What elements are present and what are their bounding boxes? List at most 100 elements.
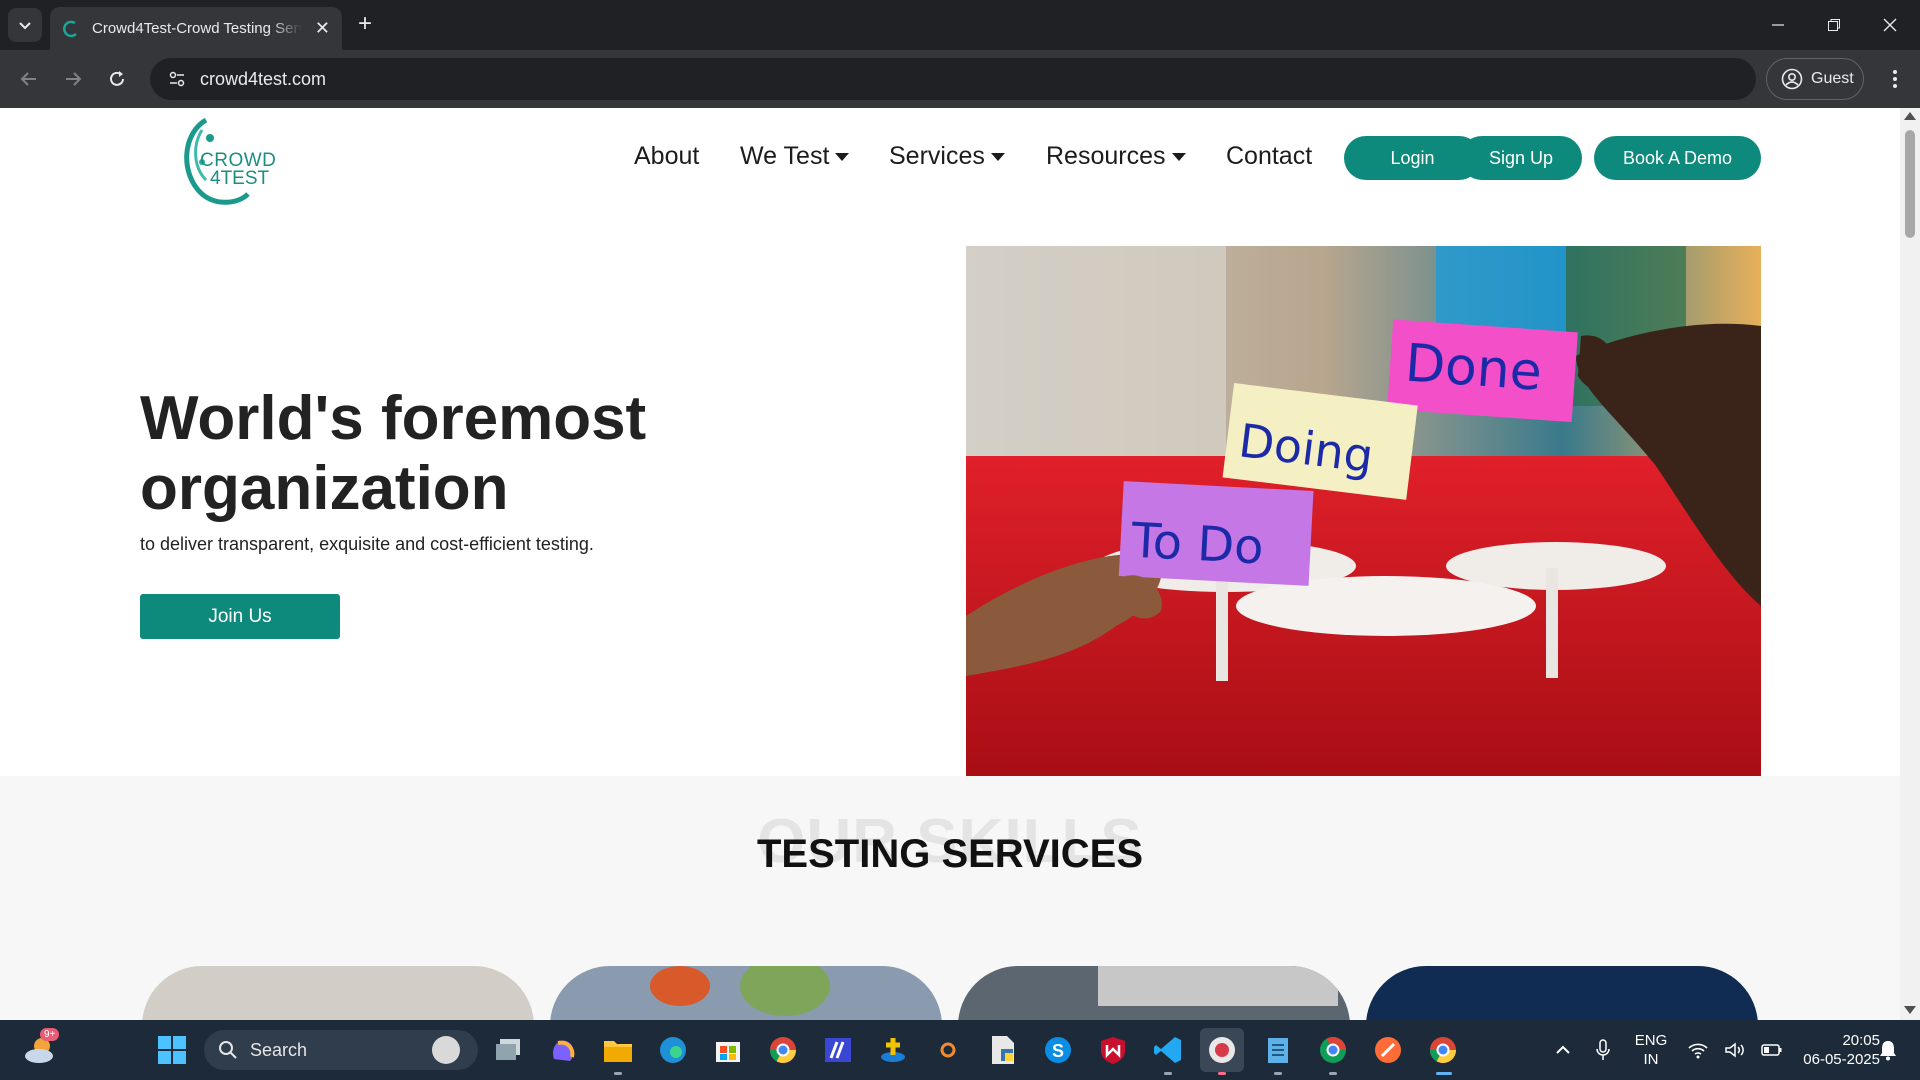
reload-button[interactable]: [102, 64, 132, 94]
windows-logo-icon: [158, 1036, 186, 1064]
svg-text:S: S: [1052, 1041, 1064, 1061]
recorder-app[interactable]: [1200, 1028, 1244, 1072]
nav-contact[interactable]: Contact: [1226, 142, 1312, 171]
search-icon: [219, 1041, 237, 1059]
game-app[interactable]: [875, 1032, 911, 1068]
more-vertical-icon: [1893, 70, 1897, 88]
notepad-app[interactable]: [1260, 1032, 1296, 1068]
vs-app[interactable]: [820, 1032, 856, 1068]
volume-icon: [1725, 1042, 1744, 1058]
running-indicator: [1164, 1072, 1172, 1075]
microphone-icon: [1596, 1039, 1610, 1060]
nav-services-label: Services: [889, 142, 985, 170]
show-hidden-icons[interactable]: [1545, 1032, 1581, 1068]
new-tab-button[interactable]: +: [352, 12, 378, 38]
vscode-app[interactable]: [1150, 1032, 1186, 1068]
scroll-up-icon[interactable]: [1904, 112, 1916, 120]
nav-we-test[interactable]: We Test: [740, 142, 850, 171]
url-text: crowd4test.com: [200, 68, 327, 89]
running-indicator: [1274, 1072, 1282, 1075]
postman-app[interactable]: [1370, 1032, 1406, 1068]
folder-icon: [604, 1041, 632, 1062]
nav-services[interactable]: Services: [889, 142, 1005, 171]
file-explorer-app[interactable]: [600, 1032, 636, 1068]
crowd4test-favicon-icon: [63, 20, 77, 37]
profile-icon: [1781, 68, 1803, 90]
service-card[interactable]: [1366, 966, 1758, 1020]
chrome-icon: [1429, 1037, 1457, 1064]
search-app[interactable]: [930, 1032, 966, 1068]
service-card[interactable]: [550, 966, 942, 1020]
wifi-icon: [1688, 1043, 1708, 1059]
minimize-icon: [1772, 24, 1784, 26]
running-indicator: [1218, 1072, 1226, 1075]
start-button[interactable]: [154, 1032, 190, 1068]
python-file-app[interactable]: [985, 1032, 1021, 1068]
quick-settings[interactable]: [1680, 1032, 1790, 1068]
site-info-icon[interactable]: [164, 66, 190, 92]
card-image-shape: [1098, 966, 1338, 1006]
chrome-dev-icon: [1320, 1036, 1347, 1063]
mcafee-app[interactable]: [1095, 1032, 1131, 1068]
game-icon: [881, 1038, 905, 1062]
scrollbar-thumb[interactable]: [1905, 130, 1915, 238]
weather-widget[interactable]: 9+: [22, 1028, 60, 1068]
microphone-button[interactable]: [1585, 1032, 1621, 1068]
minimize-button[interactable]: [1750, 0, 1806, 50]
caret-down-icon: [990, 152, 1005, 161]
signup-button[interactable]: Sign Up: [1460, 136, 1582, 180]
chrome-icon: [769, 1037, 797, 1064]
browser-menu-button[interactable]: [1880, 64, 1910, 94]
clock[interactable]: 20:05 06-05-2025: [1780, 1031, 1880, 1069]
recorder-icon: [1209, 1037, 1235, 1063]
language-indicator[interactable]: ENG IN: [1626, 1031, 1676, 1069]
service-card[interactable]: [142, 966, 534, 1020]
service-card[interactable]: [958, 966, 1350, 1020]
search-highlight-icon: [432, 1036, 460, 1064]
tab-search-button[interactable]: [8, 8, 42, 42]
nav-resources[interactable]: Resources: [1046, 142, 1186, 171]
skills-heading: TESTING SERVICES: [756, 832, 1143, 876]
skype-icon: S: [1045, 1037, 1071, 1063]
address-bar[interactable]: crowd4test.com: [150, 58, 1756, 100]
restore-button[interactable]: [1806, 0, 1862, 50]
postman-icon: [1375, 1037, 1401, 1063]
tab-title: Crowd4Test-Crowd Testing Services: [92, 20, 302, 37]
edge-app[interactable]: [655, 1032, 691, 1068]
page-scrollbar[interactable]: [1900, 108, 1920, 1020]
task-view-app[interactable]: [490, 1032, 526, 1068]
scroll-down-icon[interactable]: [1904, 1006, 1916, 1014]
copilot-app[interactable]: [545, 1032, 581, 1068]
book-demo-button[interactable]: Book A Demo: [1594, 136, 1761, 180]
chrome-app[interactable]: [765, 1032, 801, 1068]
nav-about[interactable]: About: [634, 142, 699, 171]
join-us-button[interactable]: Join Us: [140, 594, 340, 639]
clock-time: 20:05: [1842, 1032, 1880, 1049]
close-icon: [1883, 18, 1897, 32]
mcafee-shield-icon: [1101, 1037, 1125, 1064]
browser-tab[interactable]: Crowd4Test-Crowd Testing Services ✕: [50, 7, 342, 50]
site-logo[interactable]: CROWD 4TEST: [176, 116, 280, 206]
back-button[interactable]: [14, 64, 44, 94]
store-app[interactable]: [710, 1032, 746, 1068]
profile-button[interactable]: Guest: [1766, 58, 1864, 100]
hero-subtitle: to deliver transparent, exquisite and co…: [140, 534, 594, 554]
caret-down-icon: [835, 152, 850, 161]
running-indicator: [1329, 1072, 1337, 1075]
chrome-dev-app[interactable]: [1315, 1032, 1351, 1068]
nav-resources-label: Resources: [1046, 142, 1166, 170]
skype-app[interactable]: S: [1040, 1032, 1076, 1068]
store-icon: [716, 1042, 740, 1062]
running-indicator: [614, 1072, 622, 1075]
forward-button[interactable]: [58, 64, 88, 94]
close-window-button[interactable]: [1862, 0, 1918, 50]
close-tab-icon[interactable]: ✕: [315, 18, 330, 39]
kanban-sticky-notes-photo: Done Doing To Do: [966, 246, 1761, 776]
profile-label: Guest: [1811, 70, 1854, 87]
taskbar-search[interactable]: Search: [204, 1030, 478, 1070]
chevron-down-icon: [19, 22, 31, 30]
notifications-button[interactable]: [1870, 1032, 1906, 1068]
page-viewport: CROWD 4TEST About We Test Services Resou…: [0, 108, 1900, 1020]
copilot-icon: [553, 1040, 575, 1061]
chrome-active-app[interactable]: [1425, 1032, 1461, 1068]
